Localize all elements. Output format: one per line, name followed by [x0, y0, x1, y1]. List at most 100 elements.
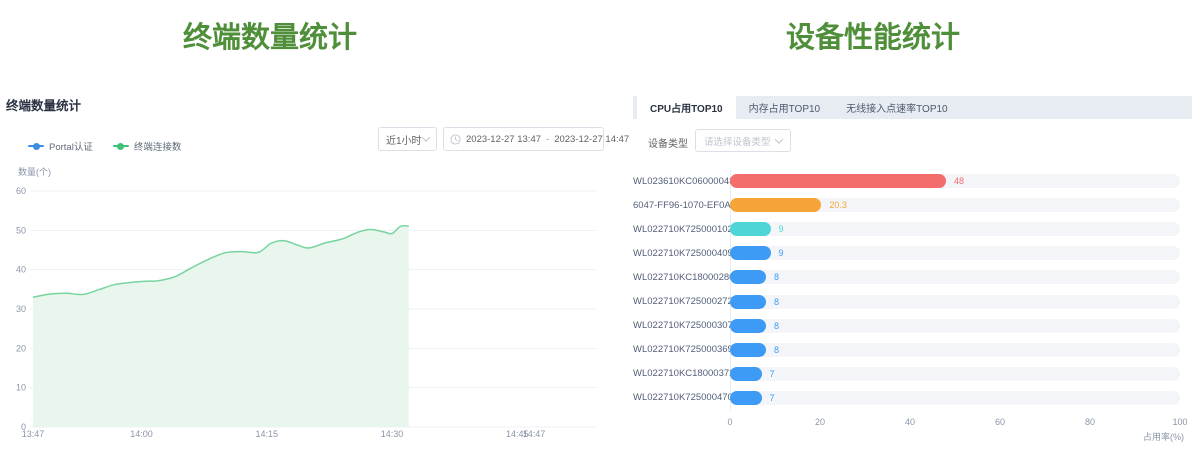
y-tick-label: 50 — [16, 225, 26, 235]
bar-value-label: 8 — [774, 295, 779, 309]
bar-track — [730, 343, 1180, 357]
x-tick-label: 0 — [727, 417, 732, 427]
clock-icon — [450, 134, 461, 145]
bar-row: WL023610KC06000043 48 — [633, 169, 1182, 193]
bar-category-label: WL022710K725000409 — [633, 248, 723, 259]
performance-tabbar: CPU占用TOP10 内存占用TOP10 无线接入点速率TOP10 — [633, 96, 1192, 119]
bar-row: 6047-FF96-1070-EF0A 20.3 — [633, 193, 1182, 217]
bar-zone: 8 — [730, 295, 1182, 309]
bar[interactable] — [730, 246, 771, 260]
line-chart-legend: Portal认证 终端连接数 — [28, 139, 181, 153]
bar-row: WL022710KC18000372 7 — [633, 362, 1182, 386]
chevron-down-icon — [422, 133, 430, 141]
device-type-label: 设备类型 — [648, 135, 688, 150]
bar-value-label: 9 — [779, 222, 784, 236]
x-axis-title: 占用率(%) — [1143, 430, 1184, 443]
bar-value-label: 7 — [770, 367, 775, 381]
bar-category-label: WL022710K725000272 — [633, 296, 723, 307]
bar-category-label: WL022710K725000102 — [633, 224, 723, 235]
tab-wireless-ap-rate-top10[interactable]: 无线接入点速率TOP10 — [833, 96, 961, 119]
bar[interactable] — [730, 391, 762, 405]
bar[interactable] — [730, 198, 821, 212]
area-fill — [33, 226, 409, 427]
bar[interactable] — [730, 270, 766, 284]
bar-category-label: WL022710K725000470 — [633, 392, 723, 403]
x-tick-label: 14:47 — [523, 429, 546, 439]
bar-track — [730, 222, 1180, 236]
x-tick-label: 13:47 — [22, 429, 45, 439]
bar-row: WL022710K725000102 9 — [633, 217, 1182, 241]
bar-track — [730, 270, 1180, 284]
bar[interactable] — [730, 222, 771, 236]
y-tick-label: 60 — [16, 186, 26, 196]
cpu-top10-bar-chart: WL023610KC06000043 48 6047-FF96-1070-EF0A 2… — [633, 169, 1182, 410]
date-range-separator: - — [546, 134, 549, 145]
right-main-title: 设备性能统计 — [633, 14, 1113, 56]
bar-zone: 8 — [730, 343, 1182, 357]
legend-line-dot-icon — [113, 145, 129, 147]
bar-category-label: WL022710KC18000372 — [633, 368, 723, 379]
bar-value-label: 7 — [770, 391, 775, 405]
time-range-select[interactable]: 近1小时 — [378, 127, 437, 151]
y-tick-label: 20 — [16, 343, 26, 353]
bar-chart-x-axis: 020406080100占用率(%) — [730, 417, 1180, 447]
bar-row: WL022710K725000369 8 — [633, 338, 1182, 362]
tab-memory-top10[interactable]: 内存占用TOP10 — [736, 96, 834, 119]
bar-category-label: WL022710K725000369 — [633, 344, 723, 355]
bar[interactable] — [730, 343, 766, 357]
bar-value-label: 8 — [774, 319, 779, 333]
x-tick-label: 20 — [815, 417, 825, 427]
tab-cpu-top10[interactable]: CPU占用TOP10 — [637, 96, 736, 119]
bar-track — [730, 367, 1180, 381]
bar-row: WL022710K725000272 8 — [633, 289, 1182, 313]
bar-value-label: 9 — [779, 246, 784, 260]
bar-category-label: WL023610KC06000043 — [633, 176, 723, 187]
bar[interactable] — [730, 174, 946, 188]
x-tick-label: 100 — [1172, 417, 1187, 427]
date-range-end: 2023-12-27 14:47 — [554, 134, 629, 145]
terminal-count-area-chart: 0102030405060数量(个)13:4714:0014:1514:3014… — [0, 160, 610, 456]
device-type-select[interactable]: 请选择设备类型 — [695, 129, 791, 152]
legend-item[interactable]: Portal认证 — [28, 139, 93, 153]
bar-value-label: 20.3 — [829, 198, 847, 212]
bar-zone: 7 — [730, 391, 1182, 405]
bar-category-label: WL022710K725000307 — [633, 320, 723, 331]
bar-track — [730, 295, 1180, 309]
legend-line-dot-icon — [28, 145, 44, 147]
bar-zone: 48 — [730, 174, 1182, 188]
y-axis-title: 数量(个) — [18, 166, 51, 177]
left-main-title: 终端数量统计 — [0, 14, 540, 56]
bar-value-label: 48 — [954, 174, 964, 188]
legend-item[interactable]: 终端连接数 — [113, 139, 182, 153]
bar-category-label: 6047-FF96-1070-EF0A — [633, 200, 723, 211]
left-card-title: 终端数量统计 — [6, 95, 81, 114]
bar-row: WL022710K725000307 8 — [633, 314, 1182, 338]
bar-value-label: 8 — [774, 270, 779, 284]
bar-category-label: WL022710KC18000280 — [633, 272, 723, 283]
bar-zone: 7 — [730, 367, 1182, 381]
x-tick-label: 14:30 — [381, 429, 404, 439]
bar-zone: 8 — [730, 270, 1182, 284]
bar-zone: 8 — [730, 319, 1182, 333]
bar-zone: 9 — [730, 222, 1182, 236]
bar-track — [730, 319, 1180, 333]
bar-row: WL022710K725000470 7 — [633, 386, 1182, 410]
y-tick-label: 30 — [16, 304, 26, 314]
bar[interactable] — [730, 295, 766, 309]
date-range-picker[interactable]: 2023-12-27 13:47 - 2023-12-27 14:47 — [443, 127, 604, 151]
bar-row: WL022710KC18000280 8 — [633, 265, 1182, 289]
x-tick-label: 14:00 — [130, 429, 153, 439]
date-range-start: 2023-12-27 13:47 — [466, 134, 541, 145]
legend-label: 终端连接数 — [134, 139, 182, 153]
y-tick-label: 10 — [16, 383, 26, 393]
time-range-value: 近1小时 — [386, 132, 422, 147]
bar[interactable] — [730, 367, 762, 381]
legend-label: Portal认证 — [49, 139, 93, 153]
chevron-down-icon — [775, 135, 783, 143]
dashboard-page: 终端数量统计 终端数量统计 近1小时 2023-12-27 13:47 - 20… — [0, 0, 1200, 456]
x-tick-label: 60 — [995, 417, 1005, 427]
bar-track — [730, 246, 1180, 260]
bar-row: WL022710K725000409 9 — [633, 241, 1182, 265]
x-tick-label: 14:15 — [256, 429, 279, 439]
bar[interactable] — [730, 319, 766, 333]
